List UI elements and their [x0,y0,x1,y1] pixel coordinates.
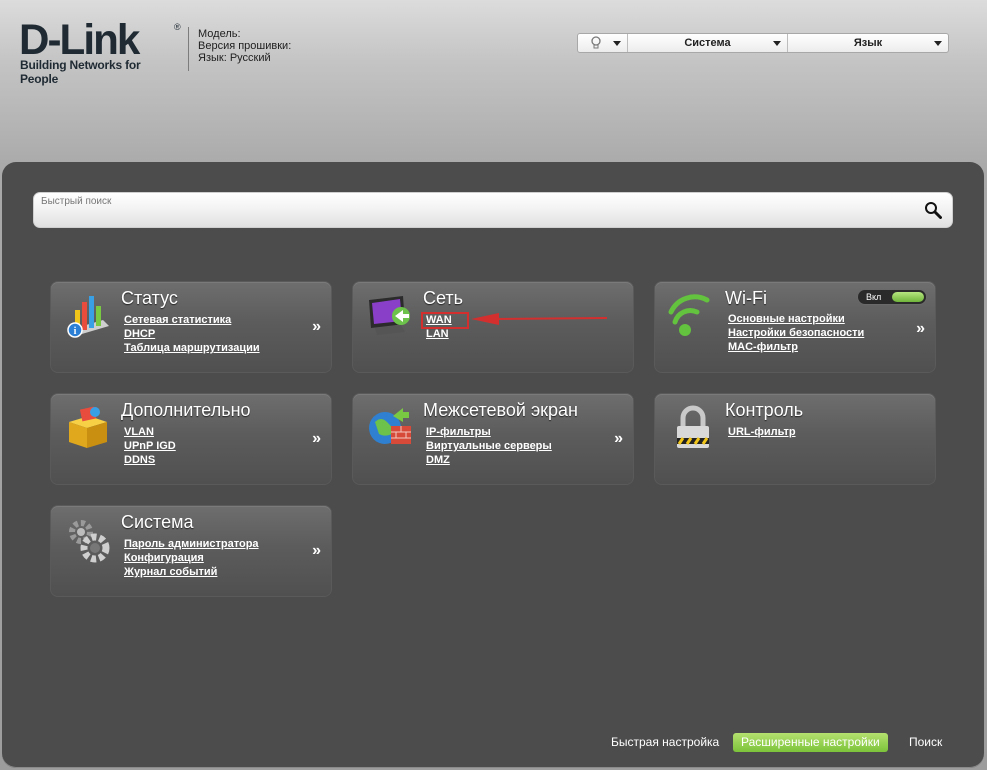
link-ddns[interactable]: DDNS [124,453,176,467]
system-menu-label: Система [684,37,731,49]
red-arrow-annotation [471,313,608,325]
tile-firewall-more[interactable]: » [614,430,623,448]
tile-firewall-title: Межсетевой экран [423,400,578,420]
link-network-statistics[interactable]: Сетевая статистика [124,313,260,327]
tile-firewall-links: IP-фильтры Виртуальные серверы DMZ [426,425,552,467]
wifi-icon [668,294,710,336]
link-url-filter[interactable]: URL-фильтр [728,425,796,439]
header-divider [188,27,189,71]
link-basic-settings[interactable]: Основные настройки [728,312,864,326]
wifi-toggle-knob [892,292,924,302]
tile-system-links: Пароль администратора Конфигурация Журна… [124,537,259,579]
link-virtual-servers[interactable]: Виртуальные серверы [426,439,552,453]
tile-wifi-title: Wi-Fi [725,288,767,308]
tile-control[interactable]: Контроль URL-фильтр [655,394,935,484]
firmware-version: Версия прошивки: [198,40,292,52]
language-menu[interactable]: Язык [788,34,948,52]
tile-wifi-more[interactable]: » [916,320,925,338]
link-admin-password[interactable]: Пароль администратора [124,537,259,551]
device-info: Модель: Версия прошивки: Язык: Русский [198,28,291,64]
monitor-network-icon [369,296,410,335]
tile-control-links: URL-фильтр [728,425,796,439]
chevron-down-icon [934,41,942,46]
tile-advanced-links: VLAN UPnP IGD DDNS [124,425,176,467]
link-security-settings[interactable]: Настройки безопасности [728,326,864,340]
link-configuration[interactable]: Конфигурация [124,551,259,565]
magnifier-icon[interactable] [924,201,942,219]
dlink-logo: D-Link ® Building Networks for People [19,16,181,86]
tile-advanced[interactable]: Дополнительно VLAN UPnP IGD DDNS » [51,394,331,484]
tile-wifi[interactable]: Wi-Fi Вкл Основные настройки Настройки б… [655,282,935,372]
tile-system-more[interactable]: » [312,542,321,560]
svg-text:i: i [74,326,77,337]
tile-system[interactable]: Система Пароль администратора Конфигурац… [51,506,331,596]
tips-menu[interactable] [578,34,628,52]
tile-status-more[interactable]: » [312,318,321,336]
tile-firewall[interactable]: Межсетевой экран IP-фильтры Виртуальные … [353,394,633,484]
advanced-settings-button[interactable]: Расширенные настройки [733,733,888,752]
link-ip-filters[interactable]: IP-фильтры [426,425,552,439]
link-mac-filter[interactable]: MAC-фильтр [728,340,864,354]
chevron-down-icon [773,41,781,46]
tile-advanced-title: Дополнительно [121,400,251,420]
search-placeholder: Быстрый поиск [41,196,112,207]
tile-status-title: Статус [121,288,178,308]
logo-registered-mark: ® [174,22,181,32]
link-lan[interactable]: LAN [426,327,452,341]
tile-status-links: Сетевая статистика DHCP Таблица маршрути… [124,313,260,355]
language-info: Язык: Русский [198,52,271,64]
quick-setup-link[interactable]: Быстрая настройка [611,731,719,753]
quick-search-field[interactable]: Быстрый поиск [33,192,953,228]
logo-tagline: Building Networks for People [20,58,141,86]
bar-chart-icon: i [67,296,109,338]
system-menu[interactable]: Система [628,34,788,52]
tile-wifi-links: Основные настройки Настройки безопасност… [728,312,864,354]
tile-control-title: Контроль [725,400,804,420]
link-event-log[interactable]: Журнал событий [124,565,259,579]
tile-status[interactable]: i Статус Сетевая статистика DHCP Таблица… [51,282,331,372]
tile-system-title: Система [121,512,194,532]
padlock-icon [677,405,709,448]
link-dmz[interactable]: DMZ [426,453,552,467]
gears-icon [69,520,110,563]
device-model: Модель: [198,28,241,40]
tile-advanced-more[interactable]: » [312,430,321,448]
link-dhcp[interactable]: DHCP [124,327,260,341]
top-menu-bar: Система Язык [577,33,949,53]
link-upnp-igd[interactable]: UPnP IGD [124,439,176,453]
globe-firewall-icon [369,408,411,444]
search-link[interactable]: Поиск [909,731,942,753]
lightbulb-icon [590,36,601,49]
box-icon [69,406,107,448]
chevron-down-icon [613,41,621,46]
wan-highlight-box [421,312,469,329]
tile-network-title: Сеть [423,288,464,308]
wifi-toggle-label: Вкл [866,292,882,302]
link-vlan[interactable]: VLAN [124,425,176,439]
language-menu-label: Язык [853,37,883,49]
wifi-toggle[interactable]: Вкл [857,289,927,305]
link-routing-table[interactable]: Таблица маршрутизации [124,341,260,355]
